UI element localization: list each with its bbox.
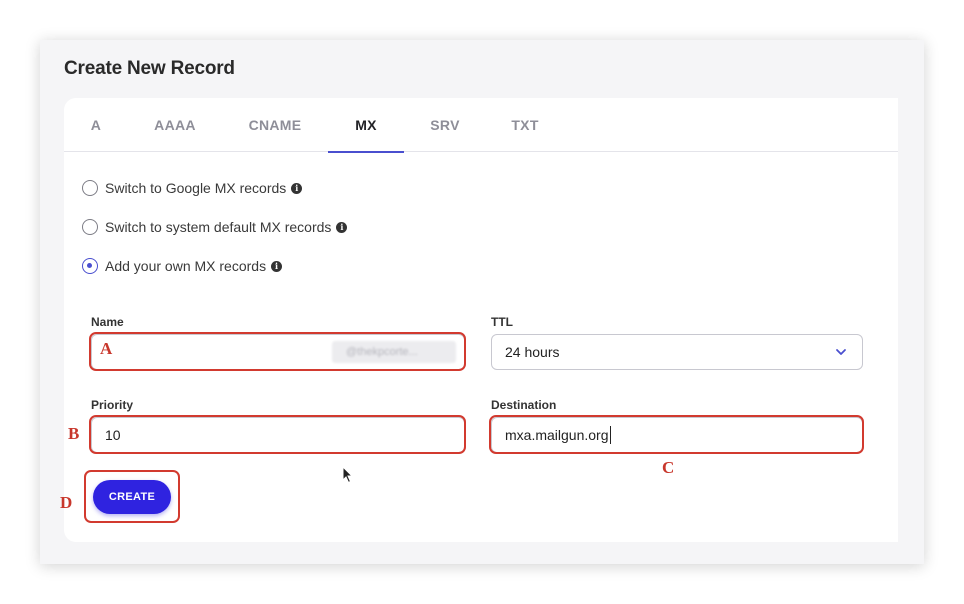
option-own-mx[interactable]: Add your own MX records i bbox=[82, 256, 283, 276]
mouse-pointer-icon bbox=[342, 466, 354, 484]
priority-value: 10 bbox=[105, 427, 121, 443]
create-button[interactable]: CREATE bbox=[93, 480, 171, 514]
info-icon[interactable]: i bbox=[271, 260, 283, 272]
info-icon[interactable]: i bbox=[336, 221, 348, 233]
tab-srv[interactable]: SRV bbox=[414, 98, 476, 152]
radio-google-mx[interactable] bbox=[82, 180, 98, 196]
annotation-label-d: D bbox=[60, 493, 73, 512]
annotation-label-c: C bbox=[662, 458, 675, 477]
page-title: Create New Record bbox=[64, 58, 235, 79]
chevron-down-icon bbox=[836, 349, 846, 355]
destination-input[interactable]: mxa.mailgun.org bbox=[491, 417, 863, 453]
name-input[interactable]: @thekpcorte... bbox=[91, 334, 465, 370]
text-caret bbox=[609, 426, 611, 444]
option-google-mx[interactable]: Switch to Google MX records i bbox=[82, 178, 303, 198]
destination-label: Destination bbox=[491, 398, 557, 412]
record-card: A AAAA CNAME MX SRV TXT Switch to Google… bbox=[64, 98, 898, 542]
name-domain-suffix-blurred: @thekpcorte... bbox=[332, 341, 456, 363]
ttl-select[interactable]: 24 hours bbox=[491, 334, 863, 370]
record-type-tabs: A AAAA CNAME MX SRV TXT bbox=[64, 98, 898, 153]
info-icon[interactable]: i bbox=[291, 182, 303, 194]
option-label: Add your own MX records bbox=[105, 258, 267, 274]
ttl-value: 24 hours bbox=[505, 344, 560, 360]
option-system-default-mx[interactable]: Switch to system default MX records i bbox=[82, 217, 348, 237]
tab-txt[interactable]: TXT bbox=[494, 98, 556, 152]
name-label: Name bbox=[91, 315, 124, 329]
radio-system-default-mx[interactable] bbox=[82, 219, 98, 235]
tab-cname[interactable]: CNAME bbox=[234, 98, 316, 152]
priority-label: Priority bbox=[91, 398, 134, 412]
annotation-label-a: A bbox=[100, 339, 113, 358]
ttl-label: TTL bbox=[491, 315, 513, 329]
destination-value: mxa.mailgun.org bbox=[505, 427, 609, 443]
tab-aaaa[interactable]: AAAA bbox=[140, 98, 210, 152]
annotation-label-b: B bbox=[68, 424, 80, 443]
option-label: Switch to Google MX records bbox=[105, 180, 287, 196]
priority-input[interactable]: 10 bbox=[91, 417, 465, 453]
radio-own-mx[interactable] bbox=[82, 258, 98, 274]
option-label: Switch to system default MX records bbox=[105, 219, 332, 235]
tab-mx[interactable]: MX bbox=[328, 98, 404, 153]
tab-a[interactable]: A bbox=[78, 98, 114, 152]
